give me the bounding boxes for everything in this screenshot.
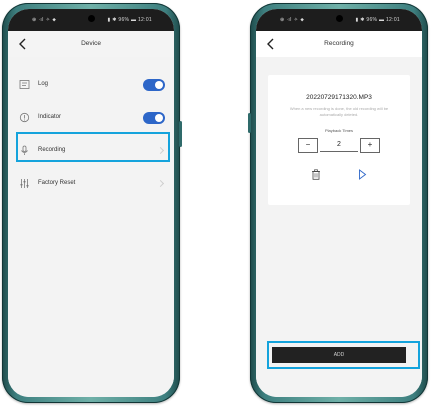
settings-row-label: Log <box>38 81 49 87</box>
playback-times-value[interactable]: 2 <box>320 138 358 152</box>
status-right: ▮ ✱ 96% ▬ 12:01 <box>355 17 400 23</box>
status-left: ⊕ ᐧıl ✧ ⬥ <box>32 17 57 23</box>
indicator-toggle[interactable] <box>143 112 165 124</box>
settings-row-log[interactable]: Log <box>8 69 174 102</box>
camera-hole <box>335 15 343 22</box>
settings-content: Log Indicator Recording Factory Reset <box>8 57 174 397</box>
recording-card: 20220729171320.MP3 When a new recording … <box>268 75 410 205</box>
status-right: ▮ ✱ 96% ▬ 12:01 <box>107 17 152 23</box>
decrement-button[interactable]: − <box>298 138 318 153</box>
indicator-icon <box>19 112 30 123</box>
chevron-right-icon <box>156 179 165 188</box>
recording-content: 20220729171320.MP3 When a new recording … <box>256 57 422 397</box>
toggle-knob <box>155 81 163 89</box>
phone-left: ⊕ ᐧıl ✧ ⬥ ▮ ✱ 96% ▬ 12:01 Device Log Ind… <box>2 3 182 403</box>
settings-row-indicator[interactable]: Indicator <box>8 102 174 135</box>
recording-highlight <box>16 132 170 162</box>
device-screen: ⊕ ᐧıl ✧ ⬥ ▮ ✱ 96% ▬ 12:01 Device Log Ind… <box>8 9 174 397</box>
add-button-highlight <box>267 341 420 369</box>
header-bar: Device <box>8 31 174 57</box>
settings-row-label: Factory Reset <box>38 180 76 186</box>
page-title: Device <box>81 40 101 47</box>
recording-file-name: 20220729171320.MP3 <box>306 94 372 101</box>
playback-times-label: Playback Times <box>324 128 353 133</box>
device-screen: ⊕ ᐧıl ✧ ⬥ ▮ ✱ 96% ▬ 12:01 Recording 2022… <box>256 9 422 397</box>
trash-icon[interactable] <box>311 169 321 180</box>
log-toggle[interactable] <box>143 79 165 91</box>
settings-row-factory-reset[interactable]: Factory Reset <box>8 168 174 201</box>
page-title: Recording <box>324 40 354 47</box>
increment-button[interactable]: + <box>360 138 380 153</box>
reset-sliders-icon <box>20 179 29 188</box>
playback-times-stepper: − 2 + <box>298 138 380 153</box>
camera-hole <box>87 15 95 22</box>
toggle-knob <box>155 114 163 122</box>
play-icon[interactable] <box>357 169 367 180</box>
status-bar: ⊕ ᐧıl ✧ ⬥ ▮ ✱ 96% ▬ 12:01 <box>8 9 174 31</box>
phone-right: ⊕ ᐧıl ✧ ⬥ ▮ ✱ 96% ▬ 12:01 Recording 2022… <box>248 3 428 403</box>
status-bar: ⊕ ᐧıl ✧ ⬥ ▮ ✱ 96% ▬ 12:01 <box>256 9 422 31</box>
recording-note: When a new recording is done, the old re… <box>289 106 389 117</box>
side-button <box>248 113 251 133</box>
settings-row-label: Indicator <box>38 114 62 120</box>
header-bar: Recording <box>256 31 422 57</box>
log-icon <box>19 80 30 89</box>
status-left: ⊕ ᐧıl ✧ ⬥ <box>280 17 305 23</box>
side-button <box>179 121 182 147</box>
